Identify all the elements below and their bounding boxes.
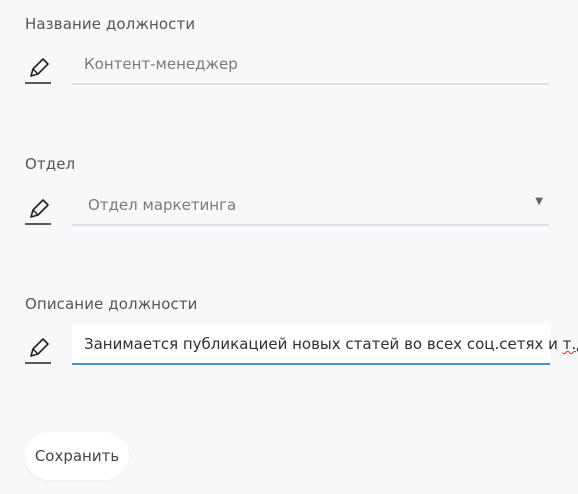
chevron-down-icon: ▼ — [535, 196, 543, 207]
department-label: Отдел — [25, 155, 76, 173]
job-title-value: Контент-менеджер — [84, 55, 238, 73]
department-select[interactable]: Отдел маркетинга ▼ — [72, 186, 549, 226]
department-value: Отдел маркетинга — [88, 196, 237, 214]
job-description-text: Занимается публикацией новых статей во в… — [84, 335, 563, 353]
pencil-icon — [24, 335, 52, 365]
job-description-input[interactable]: Занимается публикацией новых статей во в… — [72, 324, 578, 365]
job-description-value: Занимается публикацией новых статей во в… — [84, 335, 578, 353]
job-title-input[interactable]: Контент-менеджер — [72, 45, 549, 85]
job-title-label: Название должности — [25, 15, 196, 33]
pencil-icon — [24, 196, 52, 226]
job-description-label: Описание должности — [25, 295, 198, 313]
save-button[interactable]: Сохранить — [25, 432, 129, 480]
pencil-icon — [24, 55, 52, 85]
spellcheck-flagged-word: т.д — [562, 335, 578, 353]
